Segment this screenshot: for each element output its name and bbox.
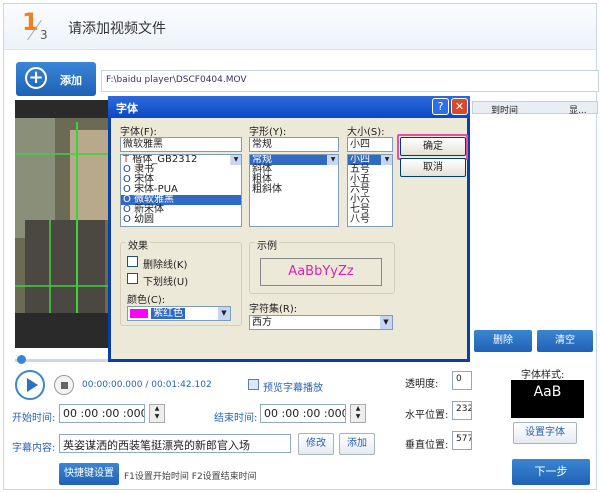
font-size-list[interactable]: 小四 五号 小五 六号 小六 七号 八号 ▲▼	[347, 154, 393, 227]
add-video-label: 添加	[60, 74, 82, 87]
sample-label: 示例	[255, 237, 279, 252]
transparency-input[interactable]: 0	[452, 371, 472, 390]
font-dialog: 字体 ? ✕ 字体(F): 微软雅黑 T 楷体_GB2312 O 隶书 O 宋体…	[108, 96, 470, 362]
col-display: 显...	[569, 106, 587, 116]
font-size-label: 大小(S):	[347, 127, 385, 138]
font-name-list[interactable]: T 楷体_GB2312 O 隶书 O 宋体 O 宋体-PUA O 微软雅黑 O …	[120, 154, 242, 227]
add-subtitle-button[interactable]: 添加	[339, 433, 375, 455]
font-item[interactable]: O 幼圆	[121, 215, 241, 225]
end-time-label: 结束时间:	[214, 413, 258, 424]
col-end-time: 到时间	[491, 106, 519, 116]
font-style-label-dlg: 字形(Y):	[249, 127, 287, 138]
video-frame-image	[15, 100, 115, 348]
step-total: 3	[40, 28, 48, 42]
charset-value: 西方	[252, 317, 272, 328]
delete-button[interactable]: 删除	[474, 330, 532, 352]
font-style-label: 字体样式:	[521, 370, 565, 381]
end-time-spinner[interactable]: ▲ ▼	[350, 404, 366, 423]
add-video-button[interactable]: + 添加	[16, 62, 96, 96]
page-title: 请添加视频文件	[68, 21, 166, 37]
chevron-down-icon: ▼	[380, 316, 392, 329]
charset-select[interactable]: 西方 ▼	[249, 315, 393, 330]
vpos-label: 垂直位置:	[405, 440, 449, 451]
font-size-input[interactable]: 小四	[347, 137, 393, 152]
hpos-label: 水平位置:	[405, 410, 449, 421]
play-button[interactable]	[15, 370, 45, 400]
cancel-button[interactable]: 取消	[400, 158, 466, 177]
size-item[interactable]: 八号	[348, 215, 392, 225]
font-dialog-titlebar: 字体	[108, 96, 470, 118]
charset-label: 字符集(R):	[249, 304, 298, 315]
step-current: 1	[22, 8, 39, 36]
subtitle-list-header: 到时间 显...	[472, 101, 598, 116]
font-style-preview: AaB	[511, 380, 584, 418]
strikeout-label: 删除线(K)	[143, 260, 188, 271]
playback-time: 00:00:00.000 / 00:01:42.102	[82, 380, 212, 390]
seek-handle[interactable]	[17, 355, 26, 364]
font-list-scrollbar[interactable]: ▲▼	[230, 155, 241, 165]
underline-label: 下划线(U)	[143, 277, 189, 288]
chevron-down-icon: ▼	[218, 307, 230, 320]
end-time-input[interactable]: 00 :00 :00 :000	[260, 404, 346, 423]
font-dialog-title: 字体	[116, 102, 138, 115]
vpos-input[interactable]: 577	[452, 431, 472, 450]
close-button[interactable]: ✕	[451, 98, 468, 115]
plus-icon: +	[25, 67, 47, 89]
ok-button[interactable]: 确定	[400, 137, 466, 156]
shortcut-hint: F1设置开始时间 F2设置结束时间	[124, 472, 257, 482]
preview-subtitle-label: 预览字幕播放	[263, 383, 323, 394]
color-swatch	[130, 308, 148, 318]
underline-checkbox[interactable]	[127, 273, 138, 284]
start-time-label: 开始时间:	[12, 413, 56, 424]
style-list-scrollbar[interactable]: ▲▼	[327, 155, 338, 165]
subtitle-content-input[interactable]: 英姿谋洒的西装笔挺漂亮的新郎官入场	[59, 434, 291, 453]
transparency-label: 透明度:	[405, 379, 439, 390]
file-path-field[interactable]: F:\baidu player\DSCF0404.MOV	[101, 70, 599, 92]
content-label: 字幕内容:	[12, 443, 56, 454]
font-style-input[interactable]: 常规	[249, 137, 339, 152]
clear-button[interactable]: 清空	[537, 330, 593, 352]
font-style-list[interactable]: 常规 斜体 粗体 粗斜体 ▲▼	[249, 154, 339, 227]
style-item[interactable]: 粗斜体	[250, 185, 338, 195]
color-select[interactable]: 紫红色 ▼	[127, 306, 231, 321]
font-name-input[interactable]: 微软雅黑	[120, 137, 242, 152]
set-font-button[interactable]: 设置字体	[513, 422, 577, 444]
strikeout-checkbox[interactable]	[127, 256, 138, 267]
hpos-input[interactable]: 232	[452, 401, 472, 420]
color-label: 颜色(C):	[127, 295, 166, 306]
preview-subtitle-checkbox[interactable]	[248, 379, 259, 390]
help-button[interactable]: ?	[432, 98, 449, 115]
sample-text: AaBbYyZz	[260, 258, 382, 286]
next-step-button[interactable]: 下一步	[512, 459, 590, 485]
shortcut-settings-button[interactable]: 快捷键设置	[59, 463, 119, 485]
video-preview	[15, 100, 115, 348]
stop-button[interactable]	[54, 375, 74, 395]
size-list-scrollbar[interactable]: ▲▼	[381, 155, 392, 165]
font-name-label: 字体(F):	[120, 127, 157, 138]
effects-label: 效果	[126, 237, 150, 252]
color-value: 紫红色	[151, 308, 186, 319]
modify-button[interactable]: 修改	[298, 433, 334, 455]
start-time-input[interactable]: 00 :00 :00 :000	[59, 404, 145, 423]
start-time-spinner[interactable]: ▲ ▼	[149, 404, 165, 423]
step-header: 1 3 请添加视频文件	[4, 4, 596, 50]
